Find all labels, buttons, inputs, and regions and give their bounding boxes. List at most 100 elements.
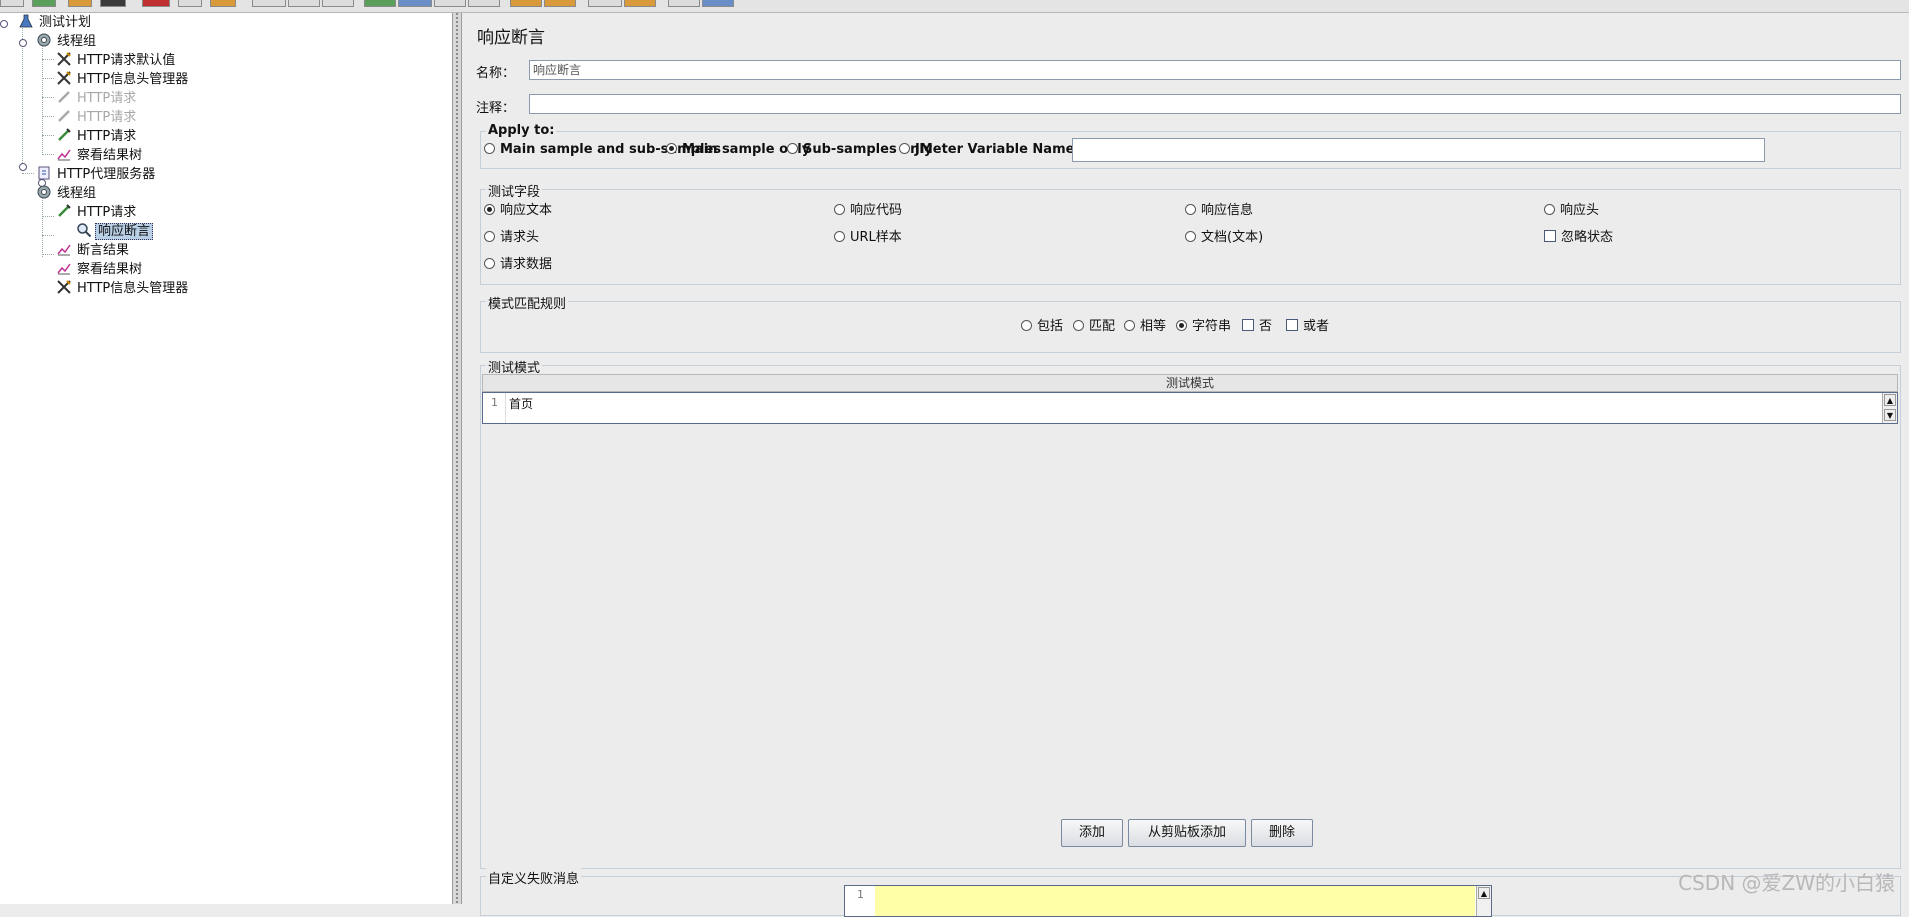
checkbox[interactable] [1286, 319, 1298, 331]
tree-node-http-request[interactable]: HTTP请求 [56, 127, 138, 145]
jmeter-variable-field[interactable] [1072, 138, 1765, 162]
radio-button[interactable] [1073, 320, 1084, 331]
radio-button[interactable] [1176, 320, 1187, 331]
toolbar-button[interactable] [702, 0, 734, 7]
radio-url-sample[interactable]: URL样本 [834, 230, 902, 246]
custom-failure-legend: 自定义失败消息 [486, 868, 582, 887]
toolbar-button[interactable] [668, 0, 700, 7]
tools-icon [57, 280, 71, 294]
radio-response-text[interactable]: 响应文本 [484, 203, 552, 219]
radio-button[interactable] [484, 258, 495, 269]
toolbar-button[interactable] [100, 0, 126, 7]
checkbox-ignore-status[interactable]: 忽略状态 [1544, 230, 1613, 246]
tree-node-http-proxy[interactable]: HTTP代理服务器 [36, 165, 157, 183]
tree-node-thread-group[interactable]: 线程组 [36, 184, 98, 202]
pane-splitter[interactable] [452, 13, 462, 904]
tree-node-http-request[interactable]: HTTP请求 [56, 203, 138, 221]
checkbox[interactable] [1544, 230, 1556, 242]
tree-connector [42, 78, 54, 79]
radio-contains[interactable]: 包括 [1021, 319, 1063, 335]
toolbar-button[interactable] [322, 0, 354, 7]
tree-node-http-request[interactable]: HTTP请求 [56, 108, 138, 126]
radio-button[interactable] [484, 143, 495, 154]
tree-node-view-results-tree[interactable]: 察看结果树 [56, 260, 144, 278]
tree-node-http-request[interactable]: HTTP请求 [56, 89, 138, 107]
radio-button[interactable] [1185, 204, 1196, 215]
radio-substring[interactable]: 字符串 [1176, 319, 1231, 335]
tree-node-header-manager[interactable]: HTTP信息头管理器 [56, 70, 190, 88]
name-field[interactable]: 响应断言 [529, 60, 1901, 80]
radio-button[interactable] [1185, 231, 1196, 242]
radio-button[interactable] [834, 204, 845, 215]
radio-response-message[interactable]: 响应信息 [1185, 203, 1253, 219]
vertical-scrollbar[interactable]: ▲ ▼ [1882, 393, 1897, 423]
test-patterns-editor[interactable]: 1 首页 ▲ ▼ [482, 392, 1898, 424]
apply-to-group: Apply to: Main sample and sub-samples Ma… [480, 123, 1901, 169]
tree-connector [22, 173, 34, 174]
custom-failure-editor[interactable]: 1 ▲ [844, 885, 1492, 917]
toolbar-button[interactable] [0, 0, 24, 7]
radio-request-headers[interactable]: 请求头 [484, 230, 539, 246]
radio-equals[interactable]: 相等 [1124, 319, 1166, 335]
radio-button[interactable] [1124, 320, 1135, 331]
expand-toggle[interactable] [19, 39, 27, 47]
tree-node-http-defaults[interactable]: HTTP请求默认值 [56, 51, 177, 69]
test-patterns-column-header[interactable]: 测试模式 [482, 374, 1898, 392]
delete-button[interactable]: 删除 [1251, 819, 1313, 847]
toolbar-button[interactable] [288, 0, 320, 7]
radio-matches[interactable]: 匹配 [1073, 319, 1115, 335]
expand-toggle[interactable] [19, 163, 27, 171]
radio-button[interactable] [484, 231, 495, 242]
radio-button[interactable] [1021, 320, 1032, 331]
toolbar-button[interactable] [434, 0, 466, 7]
radio-button[interactable] [1544, 204, 1555, 215]
gutter-divider [505, 393, 506, 423]
checkbox-not[interactable]: 否 [1242, 319, 1272, 335]
add-from-clipboard-button[interactable]: 从剪贴板添加 [1128, 819, 1246, 847]
toolbar-button[interactable] [252, 0, 286, 7]
radio-button[interactable] [899, 143, 910, 154]
radio-button[interactable] [787, 143, 798, 154]
radio-response-headers[interactable]: 响应头 [1544, 203, 1599, 219]
toolbar-button[interactable] [544, 0, 576, 7]
checkbox-or[interactable]: 或者 [1286, 319, 1329, 335]
radio-document-text[interactable]: 文档(文本) [1185, 230, 1263, 246]
tree-node-header-manager[interactable]: HTTP信息头管理器 [56, 279, 190, 297]
radio-response-code[interactable]: 响应代码 [834, 203, 902, 219]
toolbar-button[interactable] [142, 0, 170, 7]
tree-node-assertion-results[interactable]: 断言结果 [56, 241, 131, 259]
pattern-rules-legend: 模式匹配规则 [486, 293, 569, 312]
tree-connector [42, 135, 54, 136]
scroll-down-icon[interactable]: ▼ [1884, 409, 1896, 421]
add-button[interactable]: 添加 [1061, 819, 1123, 847]
gear-icon [37, 185, 51, 199]
toolbar-button[interactable] [468, 0, 500, 7]
checkbox[interactable] [1242, 319, 1254, 331]
radio-button[interactable] [666, 143, 677, 154]
expand-toggle[interactable] [0, 20, 8, 28]
comment-field[interactable] [529, 94, 1901, 114]
toolbar-button[interactable] [32, 0, 56, 7]
radio-button[interactable] [484, 204, 495, 215]
tree-node-response-assertion[interactable]: 响应断言 [76, 222, 154, 240]
toolbar-button[interactable] [624, 0, 656, 7]
tree-node-test-plan[interactable]: 测试计划 [18, 13, 93, 31]
toolbar-button[interactable] [364, 0, 396, 7]
tree-node-thread-group[interactable]: 线程组 [36, 32, 98, 50]
toolbar-button[interactable] [210, 0, 236, 7]
toolbar-button[interactable] [398, 0, 432, 7]
toolbar-button[interactable] [178, 0, 202, 7]
toolbar-button[interactable] [68, 0, 92, 7]
radio-request-data[interactable]: 请求数据 [484, 257, 552, 273]
tree-connector [42, 59, 54, 60]
test-patterns-group: 测试模式 [480, 357, 1901, 869]
scroll-up-icon[interactable]: ▲ [1478, 887, 1490, 899]
pipette-icon [58, 204, 71, 217]
toolbar-button[interactable] [510, 0, 542, 7]
toolbar-button[interactable] [588, 0, 622, 7]
radio-button[interactable] [834, 231, 845, 242]
scroll-up-icon[interactable]: ▲ [1884, 394, 1896, 406]
tree-node-view-results-tree[interactable]: 察看结果树 [56, 146, 144, 164]
tree-connector [42, 154, 54, 155]
vertical-scrollbar[interactable]: ▲ [1476, 886, 1491, 916]
